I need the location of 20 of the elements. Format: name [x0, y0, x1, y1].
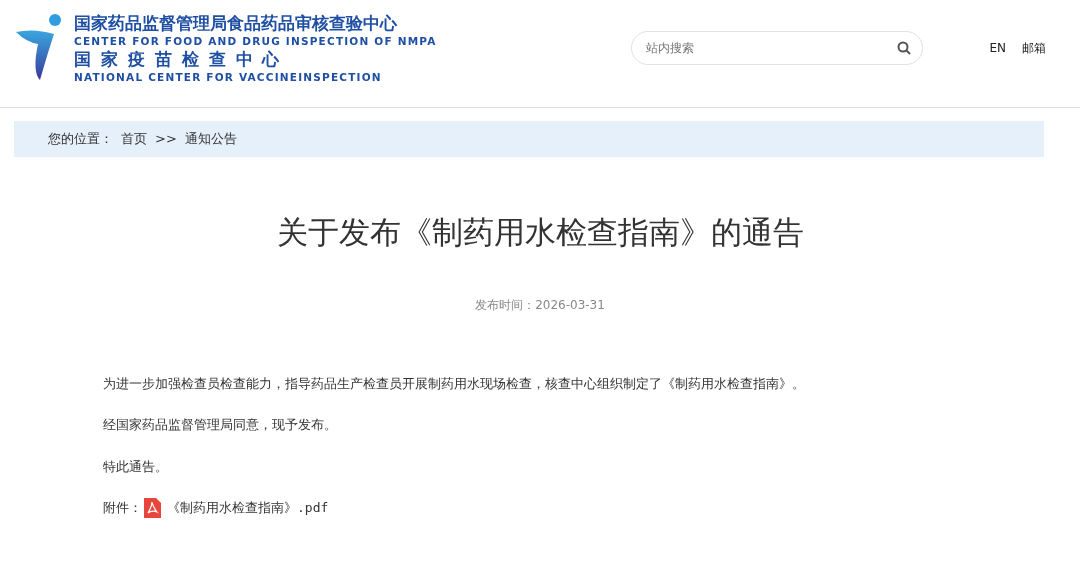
- search-icon[interactable]: [897, 41, 912, 55]
- paragraph: 特此通告。: [103, 457, 169, 476]
- logo-title: 国 家 疫 苗 检 查 中 心: [74, 48, 283, 70]
- logo-title: 国家药品监督管理局食品药品审核查验中心: [74, 12, 398, 34]
- logo-subtitle: CENTER FOR FOOD AND DRUG INSPECTION OF NMPA: [74, 34, 437, 48]
- pdf-icon: [144, 498, 161, 518]
- language-link[interactable]: EN: [989, 39, 1006, 57]
- article-title: 关于发布《制药用水检查指南》的通告: [275, 213, 805, 252]
- attachment-link[interactable]: 《制药用水检查指南》.pdf: [167, 498, 329, 518]
- logo-subtitle: NATIONAL CENTER FOR VACCINEINSPECTION: [74, 70, 383, 84]
- paragraph: 经国家药品监督管理局同意，现予发布。: [103, 416, 338, 434]
- search-field[interactable]: 站内搜索: [631, 31, 924, 65]
- paragraph: 为进一步加强检查员检查能力，指导药品生产检查员开展制药用水现场检查，核查中心组织制定了《制药用水检查指南》。: [103, 374, 806, 393]
- attachment-label: 附件：: [103, 499, 142, 518]
- publish-date: 发布时间：2026-03-31: [474, 296, 606, 314]
- breadcrumb-label: 您的位置：: [48, 130, 113, 149]
- mail-link[interactable]: 邮箱: [1022, 39, 1046, 57]
- breadcrumb-link[interactable]: 通知公告: [184, 129, 237, 149]
- breadcrumb-link[interactable]: 首页: [121, 129, 147, 149]
- breadcrumb-separator: >>: [155, 130, 177, 149]
